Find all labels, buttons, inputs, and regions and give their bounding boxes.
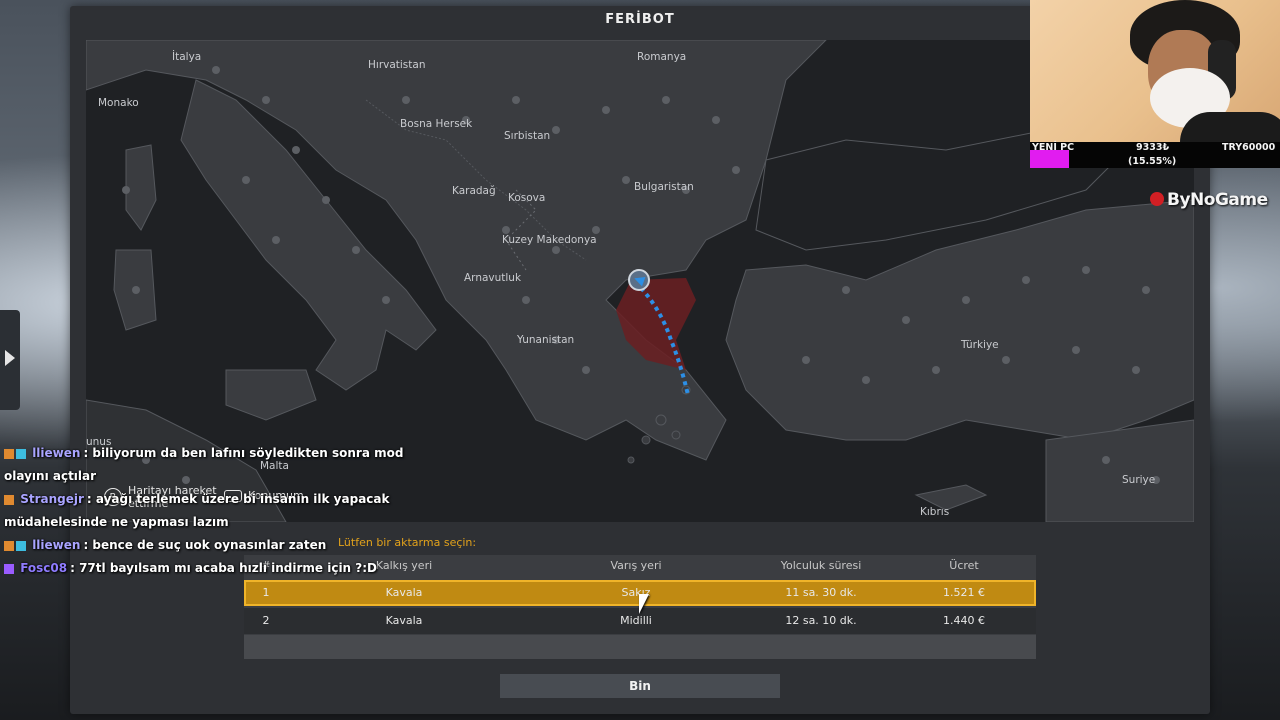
- row-duration: 12 sa. 10 dk.: [785, 614, 857, 627]
- chat-message: lliewen: biliyorum da ben lafını söyledi…: [4, 442, 444, 488]
- header-duration: Yolculuk süresi: [780, 559, 862, 572]
- navigation-arrow-icon: [632, 273, 646, 287]
- row-price: 1.440 €: [943, 614, 985, 627]
- map-label-sirbistan: Sırbistan: [504, 130, 551, 142]
- webcam-shirt: [1180, 112, 1280, 142]
- chat-message: lliewen: bence de suç uok oynasınlar zat…: [4, 534, 444, 557]
- chat-message: Strangejr: ayağı terlemek üzere bi insan…: [4, 488, 444, 534]
- row-from: Kavala: [385, 614, 423, 627]
- map-label-bosna: Bosna Hersek: [400, 118, 473, 130]
- chat-username[interactable]: Fosc08: [20, 561, 67, 575]
- chevron-right-icon: [5, 350, 15, 366]
- map-label-kosova: Kosova: [508, 192, 546, 204]
- map-label-karadag: Karadağ: [452, 185, 496, 197]
- map-label-yunanistan: Yunanistan: [517, 334, 575, 346]
- map-label-turkiye: Türkiye: [961, 339, 999, 351]
- badge-icon: [4, 540, 14, 551]
- mouse-cursor-icon: [639, 594, 649, 614]
- chat-message: Fosc08: 77tl bayılsam mı acaba hızlı ind…: [4, 557, 444, 580]
- sponsor-logo: ByNoGame: [1150, 190, 1268, 210]
- chat-username[interactable]: lliewen: [32, 538, 80, 552]
- webcam-feed: [1030, 0, 1280, 142]
- badge-icon: [16, 540, 26, 551]
- map-label-suriye: Suriye: [1122, 474, 1156, 486]
- chat-username[interactable]: lliewen: [32, 446, 80, 460]
- map-label-italya: İtalya: [172, 51, 202, 63]
- row-from: Kavala: [385, 586, 423, 599]
- player-location-marker: [628, 269, 650, 291]
- donation-amount: 9333₺: [1136, 142, 1170, 153]
- chat-username[interactable]: Strangejr: [20, 492, 84, 506]
- stream-chat: lliewen: biliyorum da ben lafını söyledi…: [4, 442, 444, 580]
- donation-goal: TRY60000: [1222, 142, 1276, 153]
- map-label-hirvatistan: Hırvatistan: [368, 59, 426, 71]
- donation-percent: (15.55%): [1128, 156, 1177, 167]
- side-panel-toggle[interactable]: [0, 310, 20, 410]
- row-to: Sakız: [621, 586, 651, 599]
- badge-icon: [4, 448, 14, 459]
- map-label-kibris: Kıbrıs: [920, 506, 950, 518]
- bynogame-logo-icon: [1150, 192, 1164, 206]
- row-price: 1.521 €: [943, 586, 985, 599]
- row-num: 1: [262, 586, 270, 599]
- board-button[interactable]: Bin: [500, 674, 780, 698]
- chat-text: : 77tl bayılsam mı acaba hızlı indirme i…: [70, 561, 377, 575]
- donation-goal-bar: YENİ PC 9333₺ (15.55%) TRY60000: [1030, 142, 1280, 168]
- row-to: Midilli: [620, 614, 652, 627]
- header-price: Ücret: [949, 559, 979, 572]
- table-empty-row: [244, 635, 1036, 659]
- map-label-monako: Monako: [98, 97, 139, 109]
- header-to: Varış yeri: [610, 559, 662, 572]
- map-label-arnavutluk: Arnavutluk: [464, 272, 522, 284]
- badge-icon: [4, 494, 14, 505]
- sponsor-name: ByNoGame: [1167, 190, 1268, 210]
- chat-text: : bence de suç uok oynasınlar zaten: [83, 538, 327, 552]
- map-label-romanya: Romanya: [637, 51, 687, 63]
- row-duration: 11 sa. 30 dk.: [785, 586, 857, 599]
- badge-icon: [4, 563, 14, 574]
- donation-label: YENİ PC: [1032, 142, 1075, 153]
- map-label-kuzey-makedonya: Kuzey Makedonya: [502, 234, 597, 246]
- row-num: 2: [262, 614, 270, 627]
- map-label-bulgaristan: Bulgaristan: [634, 181, 694, 193]
- badge-icon: [16, 448, 26, 459]
